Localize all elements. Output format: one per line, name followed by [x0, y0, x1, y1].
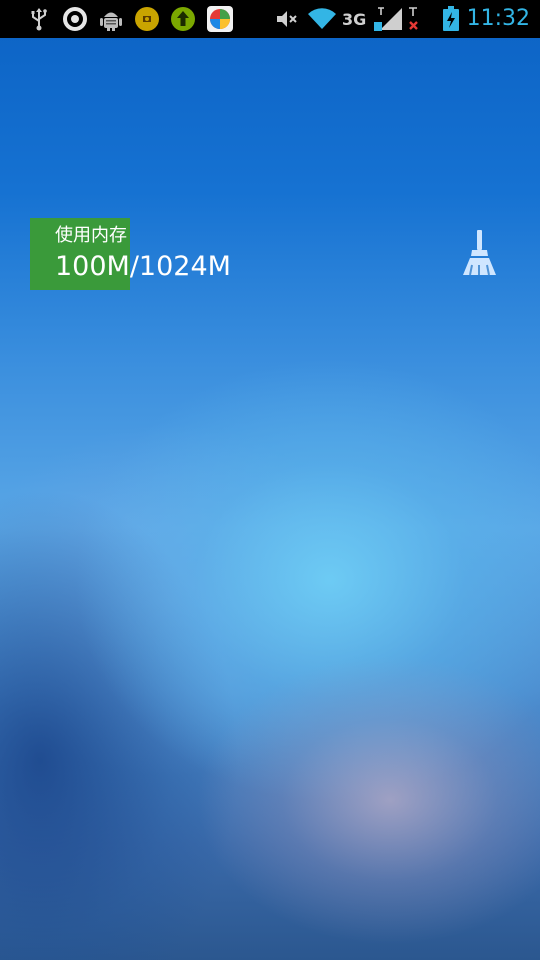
broom-icon [463, 230, 496, 276]
network-3g-icon: 3G [342, 7, 374, 31]
screen: 3G 11:32 使用内存 100M/1024M [0, 0, 540, 960]
clock: 11:32 [466, 6, 530, 31]
android-debug-icon [98, 7, 124, 31]
wifi-icon [306, 7, 338, 31]
memory-label: 使用内存 [55, 225, 127, 246]
clean-button[interactable] [458, 228, 502, 282]
network-3g-label: 3G [342, 9, 367, 29]
status-bar: 3G 11:32 [0, 0, 540, 38]
game-app-icon [134, 7, 160, 31]
colorful-app-icon [206, 6, 234, 32]
upload-app-icon [170, 7, 196, 31]
mute-icon [274, 7, 300, 31]
usb-icon [28, 7, 50, 31]
memory-value: 100M/1024M [55, 251, 231, 282]
battery-charging-icon [442, 6, 460, 31]
signal-sim1-icon [374, 7, 404, 31]
signal-sim2-none-icon [406, 7, 428, 31]
sync-icon [62, 7, 88, 31]
